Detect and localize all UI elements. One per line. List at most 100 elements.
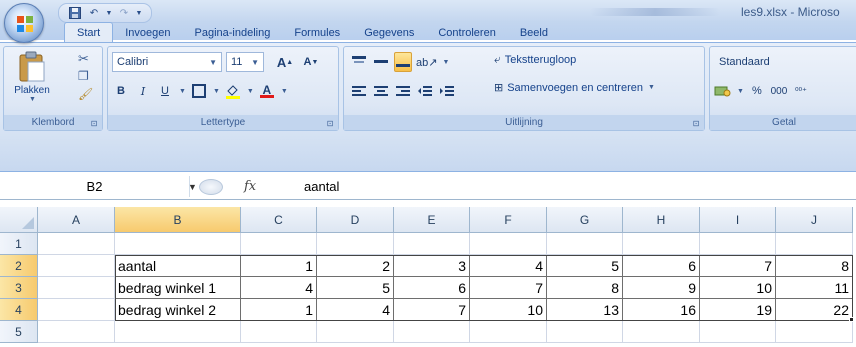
cell-h3[interactable]: 9 — [623, 277, 700, 299]
cell-e3[interactable]: 6 — [394, 277, 470, 299]
percent-button[interactable]: % — [748, 81, 766, 101]
cell-f2[interactable]: 4 — [470, 255, 547, 277]
orientation-dropdown-icon[interactable]: ▼ — [442, 59, 449, 66]
font-size-dropdown[interactable]: 11 ▼ — [226, 52, 264, 72]
cell-d5[interactable] — [317, 321, 394, 343]
cell-a5[interactable] — [38, 321, 115, 343]
cell-j4[interactable]: 22 — [776, 299, 853, 321]
cell-c4[interactable]: 1 — [241, 299, 317, 321]
cell-f3[interactable]: 7 — [470, 277, 547, 299]
save-icon[interactable] — [67, 6, 83, 20]
row-header-4[interactable]: 4 — [0, 299, 38, 321]
column-header-c[interactable]: C — [241, 207, 317, 233]
format-painter-icon[interactable]: 🖌 — [78, 87, 93, 101]
column-header-j[interactable]: J — [776, 207, 853, 233]
cell-b1[interactable] — [115, 233, 241, 255]
cell-j1[interactable] — [776, 233, 853, 255]
copy-icon[interactable]: ❐ — [78, 69, 89, 83]
cell-a1[interactable] — [38, 233, 115, 255]
tab-formules[interactable]: Formules — [282, 24, 352, 42]
cell-j3[interactable]: 11 — [776, 277, 853, 299]
cell-f1[interactable] — [470, 233, 547, 255]
paste-dropdown-icon[interactable]: ▼ — [29, 96, 36, 103]
cell-e2[interactable]: 3 — [394, 255, 470, 277]
redo-icon[interactable]: ↷ — [116, 6, 132, 20]
increase-decimal-icon[interactable]: ⁰⁰⁺ — [792, 81, 810, 101]
fill-color-button[interactable] — [224, 81, 242, 101]
cell-g1[interactable] — [547, 233, 623, 255]
currency-dropdown-icon[interactable]: ▼ — [737, 88, 744, 95]
cell-a2[interactable] — [38, 255, 115, 277]
italic-button[interactable]: I — [134, 81, 152, 101]
merge-dropdown-icon[interactable]: ▼ — [648, 84, 655, 91]
cell-c5[interactable] — [241, 321, 317, 343]
column-header-a[interactable]: A — [38, 207, 115, 233]
underline-dropdown-icon[interactable]: ▼ — [179, 88, 186, 95]
cell-i2[interactable]: 7 — [700, 255, 776, 277]
cell-a3[interactable] — [38, 277, 115, 299]
cell-j2[interactable]: 8 — [776, 255, 853, 277]
cell-c3[interactable]: 4 — [241, 277, 317, 299]
paste-button[interactable]: Plakken ▼ — [10, 51, 54, 113]
font-color-button[interactable]: A — [258, 81, 276, 101]
column-header-b[interactable]: B — [115, 207, 241, 233]
row-header-5[interactable]: 5 — [0, 321, 38, 343]
cell-e5[interactable] — [394, 321, 470, 343]
number-format-dropdown[interactable]: Standaard — [714, 52, 856, 72]
column-header-e[interactable]: E — [394, 207, 470, 233]
cell-c1[interactable] — [241, 233, 317, 255]
borders-dropdown-icon[interactable]: ▼ — [213, 88, 220, 95]
cell-b2[interactable]: aantal — [115, 255, 241, 277]
decrease-indent-icon[interactable] — [416, 81, 434, 101]
name-box-dropdown-icon[interactable]: ▼ — [188, 182, 197, 192]
font-name-dropdown[interactable]: Calibri ▼ — [112, 52, 222, 72]
cell-i1[interactable] — [700, 233, 776, 255]
grow-font-button[interactable]: A ▲ — [276, 52, 294, 72]
cell-d2[interactable]: 2 — [317, 255, 394, 277]
cell-b4[interactable]: bedrag winkel 2 — [115, 299, 241, 321]
cell-g5[interactable] — [547, 321, 623, 343]
cell-h1[interactable] — [623, 233, 700, 255]
tab-start[interactable]: Start — [64, 22, 114, 42]
cell-d3[interactable]: 5 — [317, 277, 394, 299]
formula-input[interactable]: aantal — [304, 176, 339, 197]
customize-qat-icon[interactable]: ▼ — [135, 6, 143, 20]
orientation-icon[interactable]: ab↗ — [416, 52, 437, 72]
font-launcher-icon[interactable]: ⊡ — [325, 118, 335, 128]
cell-g4[interactable]: 13 — [547, 299, 623, 321]
merge-center-button[interactable]: ⊞ Samenvoegen en centreren ▼ — [494, 81, 655, 95]
increase-indent-icon[interactable] — [438, 81, 456, 101]
cell-e4[interactable]: 7 — [394, 299, 470, 321]
align-right-icon[interactable] — [394, 81, 412, 101]
cell-c2[interactable]: 1 — [241, 255, 317, 277]
tab-gegevens[interactable]: Gegevens — [352, 24, 426, 42]
cell-i5[interactable] — [700, 321, 776, 343]
cell-h5[interactable] — [623, 321, 700, 343]
column-header-h[interactable]: H — [623, 207, 700, 233]
cell-j5[interactable] — [776, 321, 853, 343]
cell-i3[interactable]: 10 — [700, 277, 776, 299]
cell-b3[interactable]: bedrag winkel 1 — [115, 277, 241, 299]
align-top-icon[interactable] — [350, 52, 368, 72]
thousands-button[interactable]: 000 — [770, 81, 788, 101]
borders-button[interactable] — [190, 81, 208, 101]
column-header-f[interactable]: F — [470, 207, 547, 233]
align-center-icon[interactable] — [372, 81, 390, 101]
formula-cancel-button[interactable] — [199, 178, 223, 195]
cell-d4[interactable]: 4 — [317, 299, 394, 321]
tab-controleren[interactable]: Controleren — [426, 24, 507, 42]
clipboard-launcher-icon[interactable]: ⊡ — [89, 118, 99, 128]
row-header-3[interactable]: 3 — [0, 277, 38, 299]
column-header-d[interactable]: D — [317, 207, 394, 233]
cell-g3[interactable]: 8 — [547, 277, 623, 299]
cell-g2[interactable]: 5 — [547, 255, 623, 277]
cell-f4[interactable]: 10 — [470, 299, 547, 321]
office-button[interactable] — [4, 3, 44, 43]
tab-beeld[interactable]: Beeld — [508, 24, 560, 42]
cell-h4[interactable]: 16 — [623, 299, 700, 321]
cell-a4[interactable] — [38, 299, 115, 321]
undo-dropdown-icon[interactable]: ▼ — [105, 6, 113, 20]
currency-icon[interactable] — [714, 81, 732, 101]
row-header-1[interactable]: 1 — [0, 233, 38, 255]
tab-pagina-indeling[interactable]: Pagina-indeling — [183, 24, 283, 42]
